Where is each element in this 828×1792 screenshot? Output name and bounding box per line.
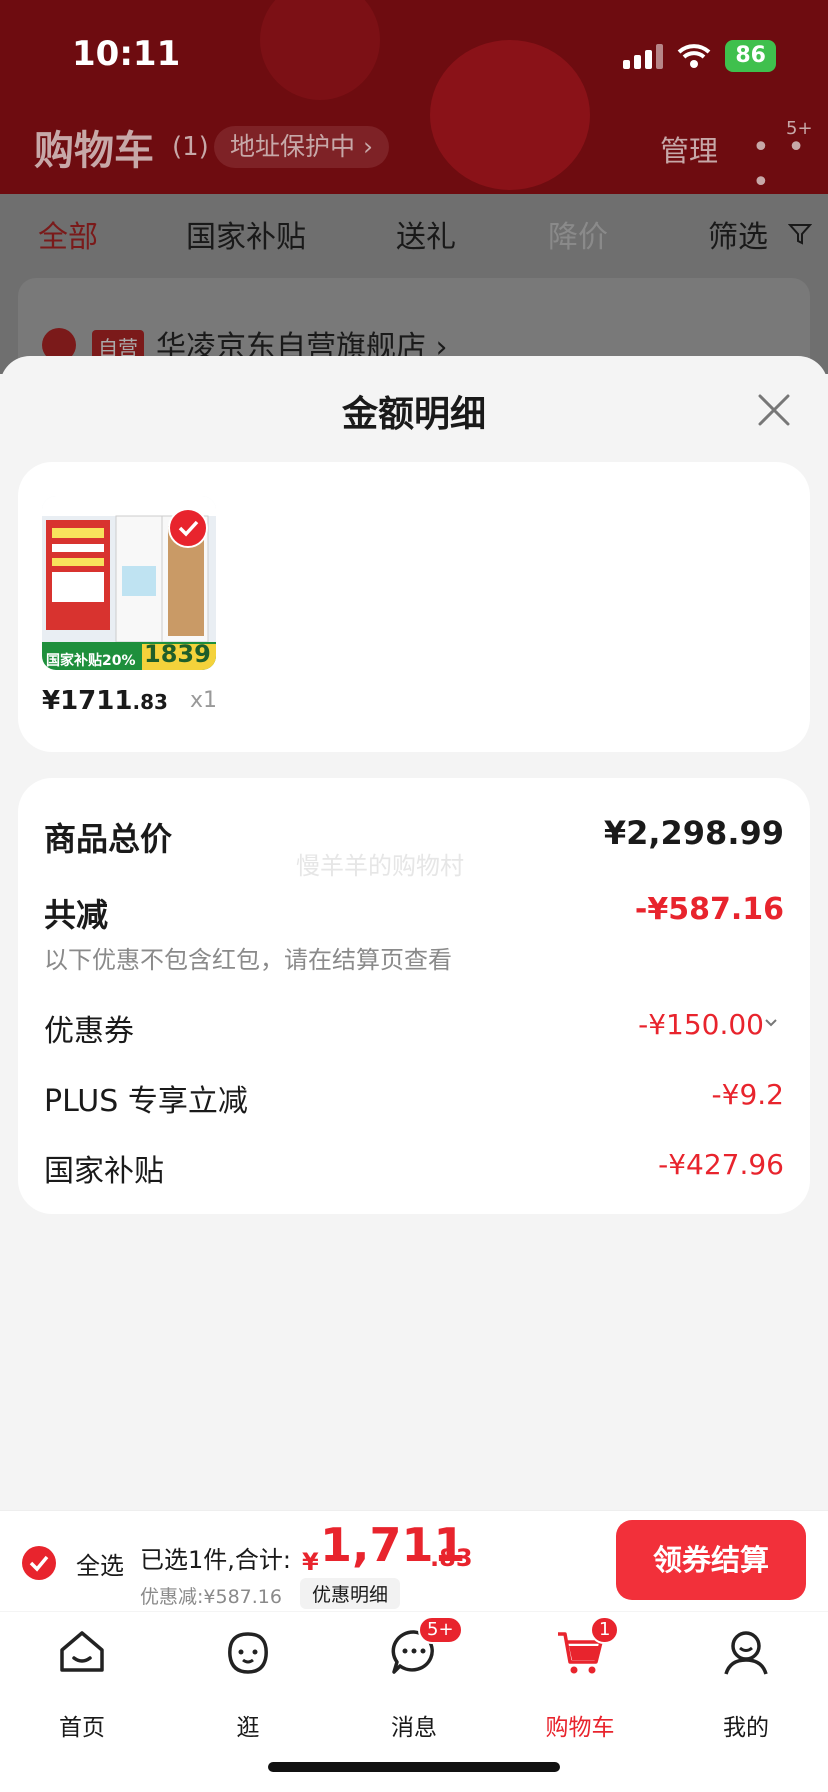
discount-detail-button[interactable]: 优惠明细 [300,1578,401,1609]
status-time: 10:11 [72,34,181,74]
reduce-label: 共减 [44,896,109,934]
total-label: 商品总价 [44,820,173,858]
item-price: ¥1711.83 [42,686,168,716]
filter-all[interactable]: 全部 [38,212,98,256]
watermark-text: 慢羊羊的购物村 [296,852,464,880]
message-badge: 5+ [418,1616,463,1644]
reduce-value: -¥587.16 [634,892,784,927]
item-quantity: x1 [190,688,218,713]
select-all-check-icon[interactable] [22,1546,56,1580]
filter-subsidy[interactable]: 国家补贴 [186,212,306,256]
item-price-main: ¥1711 [42,686,133,716]
total-currency: ¥ [302,1548,319,1576]
manage-button[interactable]: 管理 [660,128,718,170]
wifi-icon [678,44,711,68]
filter-screen[interactable]: 筛选 [708,212,768,256]
saved-amount: 优惠减:¥587.16 [140,1586,282,1608]
subsidy-value: -¥427.96 [658,1148,784,1181]
status-icons: 86 [623,40,776,72]
total-decimal: .83 [430,1544,473,1572]
item-price-decimal: .83 [132,690,168,714]
image-price-label: 1839 [144,640,211,668]
tab-label: 逛 [236,1715,260,1741]
home-indicator[interactable] [268,1762,560,1772]
address-protection-pill[interactable]: 地址保护中 › [214,126,389,168]
coupon-value[interactable]: -¥150.00 [638,1008,764,1041]
filter-price-drop[interactable]: 降价 [548,212,608,256]
page-title: 购物车 [34,128,154,174]
tab-label: 首页 [59,1715,105,1741]
select-all-label[interactable]: 全选 [76,1546,124,1581]
chevron-down-icon[interactable] [764,1018,778,1028]
close-icon[interactable] [752,388,796,432]
picked-summary: 已选1件,合计: [140,1546,291,1574]
image-subsidy-label: 国家补贴20% [46,653,136,669]
battery-indicator: 86 [725,40,776,72]
filter-gift[interactable]: 送礼 [396,212,456,256]
discount-note: 以下优惠不包含红包，请在结算页查看 [44,946,452,974]
more-badge: 5+ [786,118,813,139]
checkout-button[interactable]: 领券结算 [616,1520,806,1600]
filter-icon[interactable] [788,222,812,246]
decor-bubble [430,40,590,190]
face-icon [228,1632,268,1674]
more-icon[interactable]: • • • [752,130,828,200]
cart-count: (1) [172,132,209,162]
plus-discount-label: PLUS 专享立减 [44,1084,248,1119]
filter-tabs: 全部 国家补贴 送礼 降价 筛选 [0,212,828,262]
profile-icon [724,1631,768,1675]
subsidy-label: 国家补贴 [44,1154,164,1189]
item-check-icon[interactable] [168,508,208,548]
coupon-label: 优惠券 [44,1014,134,1049]
tab-label: 我的 [723,1715,769,1741]
total-value: ¥2,298.99 [603,814,784,852]
sheet-title: 金额明细 [341,394,486,435]
home-icon [60,1631,104,1672]
plus-discount-value: -¥9.2 [711,1078,784,1111]
signal-icon [623,43,664,69]
tab-label: 购物车 [545,1715,615,1741]
decor-bubble [260,0,380,100]
tab-label: 消息 [391,1715,437,1741]
